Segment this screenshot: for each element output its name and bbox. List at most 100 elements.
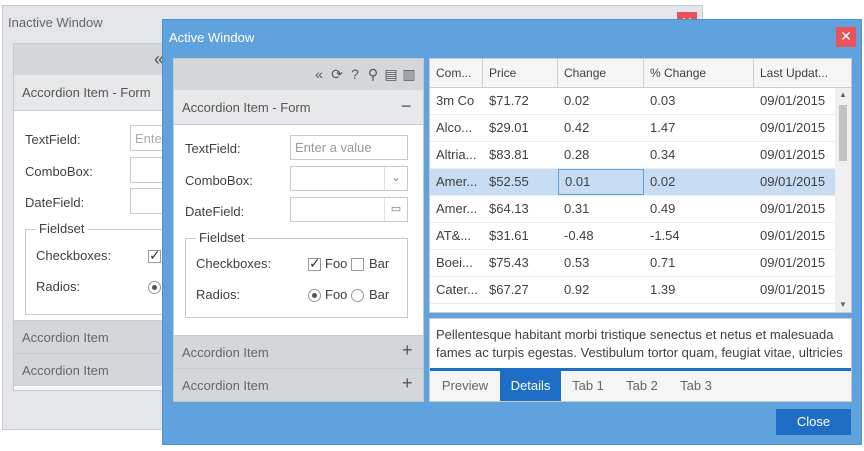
inactive-combobox-label: ComboBox: bbox=[25, 164, 93, 179]
cell-change: 0.53 bbox=[564, 255, 590, 270]
tab-preview[interactable]: Preview bbox=[430, 371, 500, 401]
combobox-input[interactable]: ⌄ bbox=[290, 166, 408, 191]
cell-change: 0.42 bbox=[564, 120, 590, 135]
scrollbar-thumb[interactable] bbox=[839, 105, 847, 161]
inactive-fieldset-legend: Fieldset bbox=[36, 221, 88, 236]
table-row[interactable]: Altria... $83.81 0.28 0.34 09/01/2015 bbox=[430, 142, 835, 169]
collapse-icon[interactable]: − bbox=[401, 96, 412, 117]
inactive-accordion-item-3[interactable]: Accordion Item bbox=[14, 353, 168, 386]
detail-tabpanel: Pellentesque habitant morbi tristique se… bbox=[429, 318, 852, 402]
cell-pct-change: 0.03 bbox=[650, 93, 676, 108]
column-header-company[interactable]: Com... bbox=[430, 59, 483, 88]
tab-3[interactable]: Tab 3 bbox=[669, 371, 723, 401]
column-header-change[interactable]: Change bbox=[558, 59, 644, 88]
table-row-selected[interactable]: Amer... $52.55 0.01 0.02 09/01/2015 bbox=[430, 169, 835, 196]
chevron-down-icon[interactable]: ⌄ bbox=[384, 167, 407, 190]
inactive-accordion-toolbar: « bbox=[14, 44, 168, 75]
accordion-panel: « ⟳ ? ⚲ ▤ ▥ Accordion Item - Form − Text… bbox=[173, 58, 424, 402]
accordion-item-3-label: Accordion Item bbox=[182, 378, 269, 393]
cell-company: Amer... bbox=[436, 174, 478, 189]
table-row[interactable]: 3m Co $71.72 0.02 0.03 09/01/2015 bbox=[430, 88, 835, 115]
help-icon[interactable]: ? bbox=[347, 65, 363, 83]
fieldset: Fieldset Checkboxes: Foo Bar Radios: Foo… bbox=[185, 230, 408, 318]
inactive-accordion: « Accordion Item - Form TextField: Enter… bbox=[13, 43, 175, 391]
cell-change: 0.92 bbox=[564, 282, 590, 297]
cell-price: $75.43 bbox=[489, 255, 529, 270]
checkbox-bar-label[interactable]: Bar bbox=[369, 256, 389, 271]
checkbox-bar[interactable] bbox=[351, 258, 364, 271]
window-close-icon[interactable]: ✕ bbox=[836, 27, 856, 47]
expand-icon[interactable]: + bbox=[402, 373, 413, 394]
cell-pct-change: 0.34 bbox=[650, 147, 676, 162]
column-header-price[interactable]: Price bbox=[483, 59, 558, 88]
textfield-placeholder: Enter a value bbox=[295, 140, 372, 155]
inactive-accordion-item-2-label: Accordion Item bbox=[22, 330, 109, 345]
datefield-input[interactable]: ▭ bbox=[290, 197, 408, 222]
grid-vertical-scrollbar[interactable]: ▲ ▼ bbox=[835, 88, 851, 312]
accordion-form-title: Accordion Item - Form bbox=[182, 100, 311, 115]
fieldset-legend: Fieldset bbox=[196, 230, 248, 245]
textfield-input[interactable]: Enter a value bbox=[290, 135, 408, 160]
inactive-checkbox-foo[interactable] bbox=[148, 247, 161, 264]
table-row[interactable]: Boei... $75.43 0.53 0.71 09/01/2015 bbox=[430, 250, 835, 277]
cell-updated: 09/01/2015 bbox=[760, 93, 826, 108]
cell-company: 3m Co bbox=[436, 93, 475, 108]
refresh-icon[interactable]: ⟳ bbox=[329, 65, 345, 83]
cell-pct-change: 1.47 bbox=[650, 120, 676, 135]
cell-company: Cater... bbox=[436, 282, 478, 297]
textfield-label: TextField: bbox=[185, 141, 241, 156]
datefield-label: DateField: bbox=[185, 204, 245, 219]
inactive-accordion-form-header[interactable]: Accordion Item - Form bbox=[14, 75, 168, 111]
calendar-icon[interactable]: ▭ bbox=[384, 198, 407, 221]
inactive-window-title: Inactive Window bbox=[8, 15, 103, 30]
cell-updated: 09/01/2015 bbox=[760, 201, 826, 216]
cell-change: 0.31 bbox=[564, 201, 590, 216]
cell-change: -0.48 bbox=[564, 228, 594, 243]
accordion-item-2-header[interactable]: Accordion Item + bbox=[174, 335, 423, 368]
cell-change-focused[interactable]: 0.01 bbox=[558, 169, 644, 195]
accordion-form-header[interactable]: Accordion Item - Form − bbox=[174, 90, 423, 125]
inactive-radio-foo[interactable] bbox=[148, 281, 161, 294]
combobox-label: ComboBox: bbox=[185, 173, 253, 188]
save-icon[interactable]: ▤ bbox=[383, 65, 399, 83]
active-window[interactable]: Active Window ✕ « ⟳ ? ⚲ ▤ ▥ Accordion It… bbox=[162, 19, 862, 445]
tab-2[interactable]: Tab 2 bbox=[615, 371, 669, 401]
cell-pct-change: 0.02 bbox=[650, 174, 676, 189]
active-window-title: Active Window bbox=[169, 30, 255, 45]
cell-pct-change: 0.71 bbox=[650, 255, 676, 270]
expand-icon[interactable]: + bbox=[402, 340, 413, 361]
inactive-accordion-form-body: TextField: Enter ComboBox: DateField: Fi… bbox=[14, 111, 175, 320]
cell-updated: 09/01/2015 bbox=[760, 255, 826, 270]
cell-pct-change: -1.54 bbox=[650, 228, 680, 243]
close-button[interactable]: Close bbox=[776, 409, 851, 435]
grid-header: Com... Price Change % Change Last Updat.… bbox=[430, 59, 851, 88]
cell-change: 0.02 bbox=[564, 93, 590, 108]
double-chevron-left-icon[interactable]: « bbox=[311, 65, 327, 83]
table-row[interactable]: AT&... $31.61 -0.48 -1.54 09/01/2015 bbox=[430, 223, 835, 250]
print-icon[interactable]: ▥ bbox=[401, 65, 417, 83]
radio-bar[interactable] bbox=[351, 289, 364, 302]
table-row[interactable]: Alco... $29.01 0.42 1.47 09/01/2015 bbox=[430, 115, 835, 142]
stock-grid[interactable]: Com... Price Change % Change Last Updat.… bbox=[429, 58, 852, 313]
table-row[interactable]: Cater... $67.27 0.92 1.39 09/01/2015 bbox=[430, 277, 835, 304]
column-header-pct-change[interactable]: % Change bbox=[644, 59, 754, 88]
radio-bar-label[interactable]: Bar bbox=[369, 287, 389, 302]
search-icon[interactable]: ⚲ bbox=[365, 65, 381, 83]
column-header-last-updated[interactable]: Last Updat... bbox=[754, 59, 851, 88]
table-row[interactable]: Amer... $64.13 0.31 0.49 09/01/2015 bbox=[430, 196, 835, 223]
checkbox-foo-label[interactable]: Foo bbox=[325, 256, 347, 271]
scroll-up-icon[interactable]: ▲ bbox=[835, 90, 851, 99]
radio-foo-label[interactable]: Foo bbox=[325, 287, 347, 302]
accordion-item-3-header[interactable]: Accordion Item + bbox=[174, 368, 423, 401]
tab-1[interactable]: Tab 1 bbox=[561, 371, 615, 401]
inactive-accordion-form-title: Accordion Item - Form bbox=[22, 85, 151, 100]
cell-updated: 09/01/2015 bbox=[760, 147, 826, 162]
cell-price: $64.13 bbox=[489, 201, 529, 216]
checkbox-foo[interactable] bbox=[308, 255, 321, 272]
radios-label: Radios: bbox=[196, 287, 241, 302]
radio-foo[interactable] bbox=[308, 289, 321, 302]
scroll-down-icon[interactable]: ▼ bbox=[835, 300, 851, 309]
cell-price: $29.01 bbox=[489, 120, 529, 135]
inactive-accordion-item-2[interactable]: Accordion Item bbox=[14, 320, 168, 353]
tab-details[interactable]: Details bbox=[500, 371, 561, 401]
